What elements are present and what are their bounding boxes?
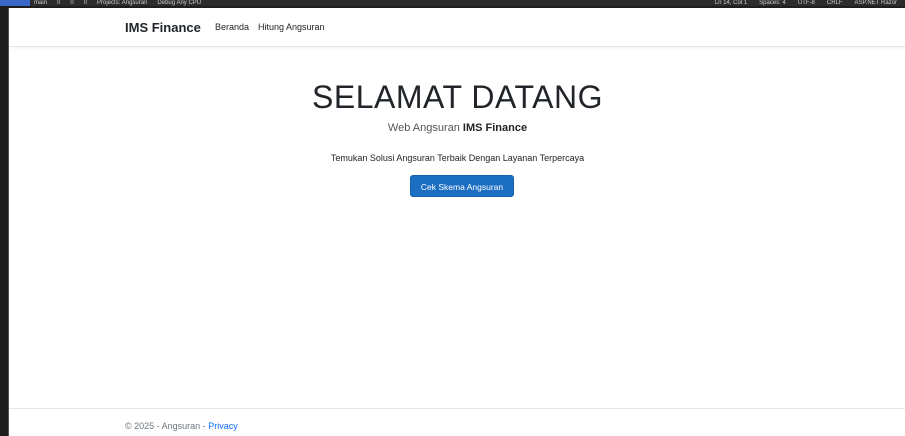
ide-status-bar: main 0 0 0 Projects: Angsuran Debug Any … [0, 0, 905, 6]
browser-page: IMS Finance Beranda Hitung Angsuran SELA… [8, 8, 905, 436]
errors-count[interactable]: 0 [57, 0, 60, 6]
git-branch[interactable]: main [34, 0, 47, 6]
info-count[interactable]: 0 [84, 0, 87, 6]
indentation[interactable]: Spaces: 4 [759, 0, 786, 6]
encoding[interactable]: UTF-8 [798, 0, 815, 6]
navbar-brand[interactable]: IMS Finance [125, 20, 201, 35]
remote-indicator[interactable] [0, 0, 30, 6]
footer: © 2025 - Angsuran - Privacy [9, 408, 905, 436]
privacy-link[interactable]: Privacy [208, 421, 238, 431]
hero-subtitle: Web Angsuran IMS Finance [9, 122, 905, 134]
footer-copyright: © 2025 - Angsuran - [125, 421, 206, 431]
cek-skema-angsuran-button[interactable]: Cek Skema Angsuran [410, 175, 514, 197]
warnings-count[interactable]: 0 [70, 0, 73, 6]
footer-text: © 2025 - Angsuran - Privacy [125, 421, 238, 431]
nav-link-hitung-angsuran[interactable]: Hitung Angsuran [258, 22, 325, 32]
ide-status-right: Ln 14, Col 1 Spaces: 4 UTF-8 CRLF ASP.NE… [715, 0, 897, 6]
ide-status-left: main 0 0 0 Projects: Angsuran Debug Any … [34, 0, 201, 6]
line-ending[interactable]: CRLF [827, 0, 843, 6]
project-name[interactable]: Projects: Angsuran [97, 0, 147, 6]
language-mode[interactable]: ASP.NET Razor [855, 0, 897, 6]
page-title: SELAMAT DATANG [312, 79, 603, 115]
navbar: IMS Finance Beranda Hitung Angsuran [9, 8, 905, 47]
nav-link-beranda[interactable]: Beranda [215, 22, 249, 32]
hero-description: Temukan Solusi Angsuran Terbaik Dengan L… [330, 153, 585, 163]
hero-subtitle-prefix: Web Angsuran [387, 122, 460, 134]
hero-subtitle-brand: IMS Finance [462, 122, 528, 134]
cursor-position[interactable]: Ln 14, Col 1 [715, 0, 747, 6]
build-config[interactable]: Debug Any CPU [157, 0, 201, 6]
